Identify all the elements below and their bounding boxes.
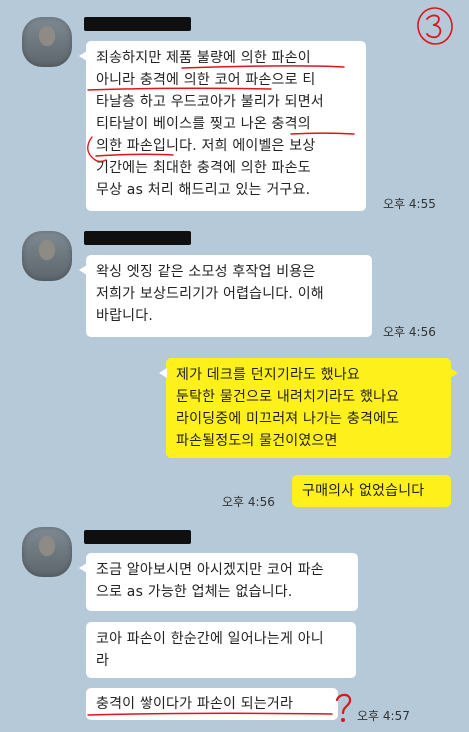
message-line: 바랍니다. [96, 308, 153, 324]
message-line: 타날층 하고 우드코아가 불리가 되면서 [96, 94, 324, 110]
message-line: 조금 알아보시면 아시겠지만 코어 파손 [96, 562, 324, 578]
message-bubble[interactable]: 왁싱 엣징 같은 소모성 후작업 비용은 저희가 보상드리기가 어렵습니다. 이… [79, 255, 372, 337]
sender-name-redacted [84, 530, 191, 544]
message-line: 기간에는 최대한 충격에 의한 파손도 [96, 160, 311, 176]
message-time: 오후 4:57 [357, 709, 410, 723]
message-line: 충격이 쌓이다가 파손이 되는거라 [96, 696, 294, 712]
avatar[interactable] [22, 17, 72, 67]
message-line: 으로 as 가능한 업체는 없습니다. [96, 584, 293, 600]
message-bubble[interactable]: 충격이 쌓이다가 파손이 되는거라 [86, 688, 338, 720]
message-line: 파손될정도의 물건이였으면 [176, 433, 338, 449]
message-line: 둔탁한 물건으로 내려치기라도 했나요 [176, 389, 400, 405]
message-line: 구매의사 없었습니다 [302, 483, 425, 499]
message-line: 코아 파손이 한순간에 일어나는게 아니 [96, 631, 324, 647]
message-bubble[interactable]: 죄송하지만 제품 불량에 의한 파손이 아니라 충격에 의한 코어 파손으로 티… [79, 41, 366, 211]
message-line: 라이딩중에 미끄러져 나가는 충격에도 [176, 411, 400, 427]
message-line: 죄송하지만 제품 불량에 의한 파손이 [96, 50, 311, 66]
message-time: 오후 4:56 [222, 495, 275, 509]
avatar[interactable] [22, 527, 72, 577]
message-line: 아니라 충격에 의한 코어 파손으로 티 [96, 72, 316, 88]
my-message-bubble[interactable]: 제가 데크를 던지기라도 했나요 둔탁한 물건으로 내려치기라도 했나요 라이딩… [159, 358, 458, 458]
message-line: 왁싱 엣징 같은 소모성 후작업 비용은 [96, 264, 316, 280]
message-line: 무상 as 처리 해드리고 있는 거구요. [96, 182, 311, 198]
message-line: 의한 파손입니다. 저희 에이벨은 보상 [96, 138, 316, 154]
message-line: 제가 데크를 던지기라도 했나요 [176, 367, 360, 383]
message-line: 티타날이 베이스를 찢고 나온 충격의 [96, 116, 311, 132]
my-message-bubble[interactable]: 구매의사 없었습니다 [292, 475, 451, 507]
message-time: 오후 4:56 [383, 325, 436, 339]
chat-window: 죄송하지만 제품 불량에 의한 파손이 아니라 충격에 의한 코어 파손으로 티… [0, 0, 469, 732]
message-line: 라 [96, 653, 110, 669]
sender-name-redacted [84, 17, 191, 31]
avatar[interactable] [22, 231, 72, 281]
message-bubble[interactable]: 조금 알아보시면 아시겠지만 코어 파손 으로 as 가능한 업체는 없습니다. [79, 553, 358, 611]
message-time: 오후 4:55 [383, 197, 436, 211]
message-line: 저희가 보상드리기가 어렵습니다. 이해 [96, 286, 324, 302]
message-bubble[interactable]: 코아 파손이 한순간에 일어나는게 아니 라 [86, 622, 356, 678]
sender-name-redacted [84, 231, 191, 245]
handwritten-page-marker [414, 4, 456, 48]
